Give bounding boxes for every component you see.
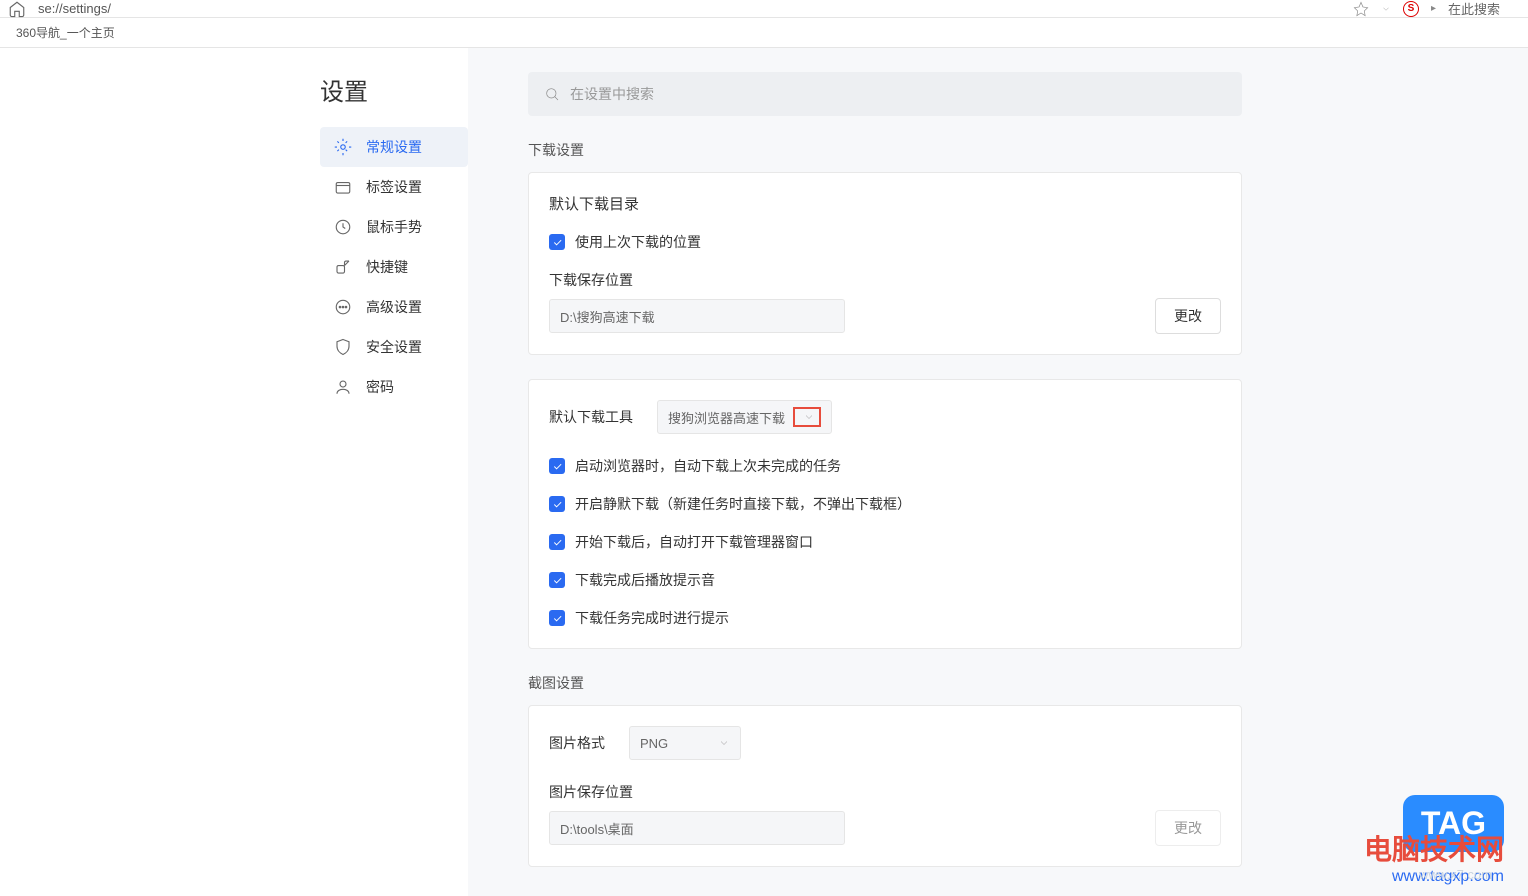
sidebar-item-security[interactable]: 安全设置 (320, 327, 468, 367)
card-title: 默认下载目录 (549, 193, 1221, 214)
home-icon[interactable] (8, 0, 26, 18)
x7-watermark: www.x7.com (1419, 867, 1492, 882)
checkbox-open-manager[interactable] (549, 534, 565, 550)
field-label-save-location: 下载保存位置 (549, 270, 1221, 290)
change-screenshot-path-button[interactable]: 更改 (1155, 810, 1221, 846)
gear-icon (334, 138, 352, 156)
checkbox-silent-download[interactable] (549, 496, 565, 512)
checkbox-use-last-location[interactable] (549, 234, 565, 250)
arrow-icon: ▸ (1431, 3, 1436, 14)
checkbox-label: 开始下载后，自动打开下载管理器窗口 (575, 532, 813, 552)
shield-icon (334, 338, 352, 356)
search-icon (544, 86, 560, 102)
field-label-screenshot-location: 图片保存位置 (549, 782, 1221, 802)
sidebar-item-mouse[interactable]: 鼠标手势 (320, 207, 468, 247)
tab-icon (334, 178, 352, 196)
sogou-logo-icon: S (1403, 1, 1419, 17)
default-tool-select[interactable]: 搜狗浏览器高速下载 (657, 400, 832, 434)
sidebar: 常规设置 标签设置 鼠标手势 快捷键 高级设置 安全设置 (320, 127, 468, 407)
checkbox-label: 启动浏览器时，自动下载上次未完成的任务 (575, 456, 841, 476)
chevron-down-icon (803, 411, 815, 423)
sidebar-item-label: 安全设置 (366, 337, 422, 357)
checkbox-label: 使用上次下载的位置 (575, 232, 701, 252)
sidebar-item-label: 快捷键 (366, 257, 408, 277)
sidebar-item-label: 鼠标手势 (366, 217, 422, 237)
format-select[interactable]: PNG (629, 726, 741, 760)
select-value: 搜狗浏览器高速下载 (668, 408, 785, 427)
section-header-download: 下载设置 (528, 140, 1468, 160)
sidebar-item-password[interactable]: 密码 (320, 367, 468, 407)
sidebar-item-general[interactable]: 常规设置 (320, 127, 468, 167)
browser-address-bar: se://settings/ S ▸ 在此搜索 (0, 0, 1528, 18)
screenshot-path-input[interactable]: D:\tools\桌面 (549, 811, 845, 845)
sidebar-item-label: 高级设置 (366, 297, 422, 317)
checkbox-notify-complete[interactable] (549, 610, 565, 626)
settings-search[interactable] (528, 72, 1242, 116)
checkbox-label: 开启静默下载（新建任务时直接下载，不弹出下载框） (575, 494, 911, 514)
checkbox-resume-on-start[interactable] (549, 458, 565, 474)
sidebar-item-shortcut[interactable]: 快捷键 (320, 247, 468, 287)
checkbox-label: 下载完成后播放提示音 (575, 570, 715, 590)
sidebar-item-label: 密码 (366, 377, 394, 397)
annotation-highlight (793, 407, 821, 427)
chevron-down-icon[interactable] (1381, 4, 1391, 14)
screenshot-card: 图片格式 PNG 图片保存位置 D:\tools\桌面 更改 (528, 705, 1242, 867)
url-text[interactable]: se://settings/ (38, 1, 1353, 16)
select-value: PNG (640, 736, 668, 751)
browser-tab[interactable]: 360导航_一个主页 (8, 20, 123, 45)
shortcut-icon (334, 258, 352, 276)
download-options-card: 默认下载工具 搜狗浏览器高速下载 启动浏览器时，自动下载上次未完成的任务 开启静… (528, 379, 1242, 649)
sidebar-item-advanced[interactable]: 高级设置 (320, 287, 468, 327)
default-tool-label: 默认下载工具 (549, 407, 633, 427)
checkbox-play-sound[interactable] (549, 572, 565, 588)
download-path-input[interactable]: D:\搜狗高速下载 (549, 299, 845, 333)
dots-icon (334, 298, 352, 316)
section-header-screenshot: 截图设置 (528, 673, 1468, 693)
clock-icon (334, 218, 352, 236)
tab-bar: 360导航_一个主页 (0, 18, 1528, 48)
page-title: 设置 (320, 72, 468, 107)
tag-watermark-badge: TAG (1403, 795, 1504, 852)
bookmark-star-icon[interactable] (1353, 1, 1369, 17)
content-panel[interactable]: 下载设置 默认下载目录 使用上次下载的位置 下载保存位置 D:\搜狗高速下载 更… (468, 48, 1528, 896)
checkbox-label: 下载任务完成时进行提示 (575, 608, 729, 628)
format-label: 图片格式 (549, 733, 605, 753)
chevron-down-icon (718, 737, 730, 749)
sidebar-item-tabs[interactable]: 标签设置 (320, 167, 468, 207)
sidebar-item-label: 标签设置 (366, 177, 422, 197)
download-dir-card: 默认下载目录 使用上次下载的位置 下载保存位置 D:\搜狗高速下载 更改 (528, 172, 1242, 355)
change-download-path-button[interactable]: 更改 (1155, 298, 1221, 334)
left-panel: 设置 常规设置 标签设置 鼠标手势 快捷键 高级设置 (0, 48, 468, 896)
search-hint-text[interactable]: 在此搜索 (1448, 0, 1500, 18)
sidebar-item-label: 常规设置 (366, 137, 422, 157)
settings-search-input[interactable] (570, 86, 1226, 102)
user-icon (334, 378, 352, 396)
